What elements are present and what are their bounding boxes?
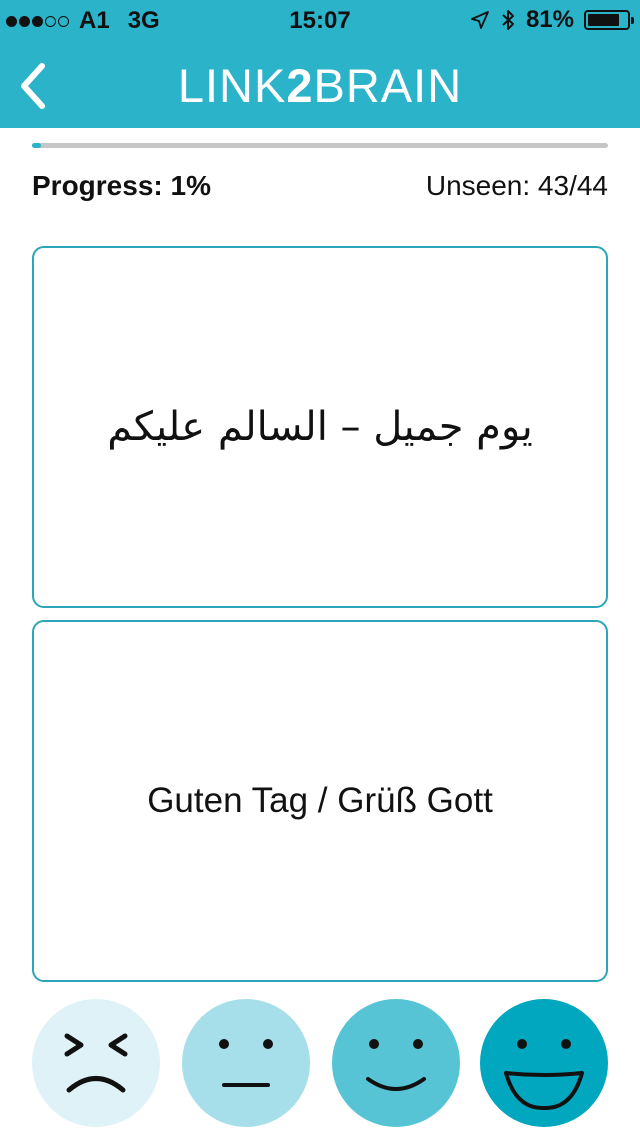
- progress-bar-fill: [32, 143, 41, 148]
- unseen-count: Unseen: 43/44: [425, 170, 608, 201]
- app-header: A1 3G 15:07 81% LINK2BRAIN: [0, 0, 640, 128]
- logo-text-link: LINK: [177, 59, 287, 112]
- flashcard-back-text: Guten Tag / Grüß Gott: [147, 781, 493, 820]
- progress-stats: Progress: 1% Unseen: 43/44: [32, 170, 608, 206]
- bluetooth-icon: [502, 10, 514, 30]
- rating-button-good[interactable]: [332, 999, 460, 1127]
- smiling-face-icon: [332, 999, 460, 1127]
- rating-button-okay[interactable]: [182, 999, 310, 1127]
- neutral-face-icon: [182, 999, 310, 1127]
- location-arrow-icon: [471, 11, 489, 29]
- flashcard-front-text: يوم جميل – السالم عليكم: [107, 404, 533, 450]
- battery-percentage: 81%: [525, 6, 574, 33]
- logo-text-two: 2: [286, 59, 314, 112]
- battery-icon: [584, 10, 634, 30]
- logo-text-brain: BRAIN: [313, 59, 463, 112]
- rating-bar: [0, 999, 640, 1127]
- status-bar: A1 3G 15:07 81%: [0, 0, 640, 40]
- progress-bar: [32, 143, 608, 148]
- app-logo: LINK2BRAIN: [0, 58, 640, 113]
- grinning-face-icon: [480, 999, 608, 1127]
- flashcard-back[interactable]: Guten Tag / Grüß Gott: [32, 620, 608, 982]
- frustrated-face-icon: [32, 999, 160, 1127]
- progress-label: Progress: 1%: [32, 170, 211, 201]
- rating-button-hard[interactable]: [32, 999, 160, 1127]
- rating-button-easy[interactable]: [480, 999, 608, 1127]
- flashcard-front[interactable]: يوم جميل – السالم عليكم: [32, 246, 608, 608]
